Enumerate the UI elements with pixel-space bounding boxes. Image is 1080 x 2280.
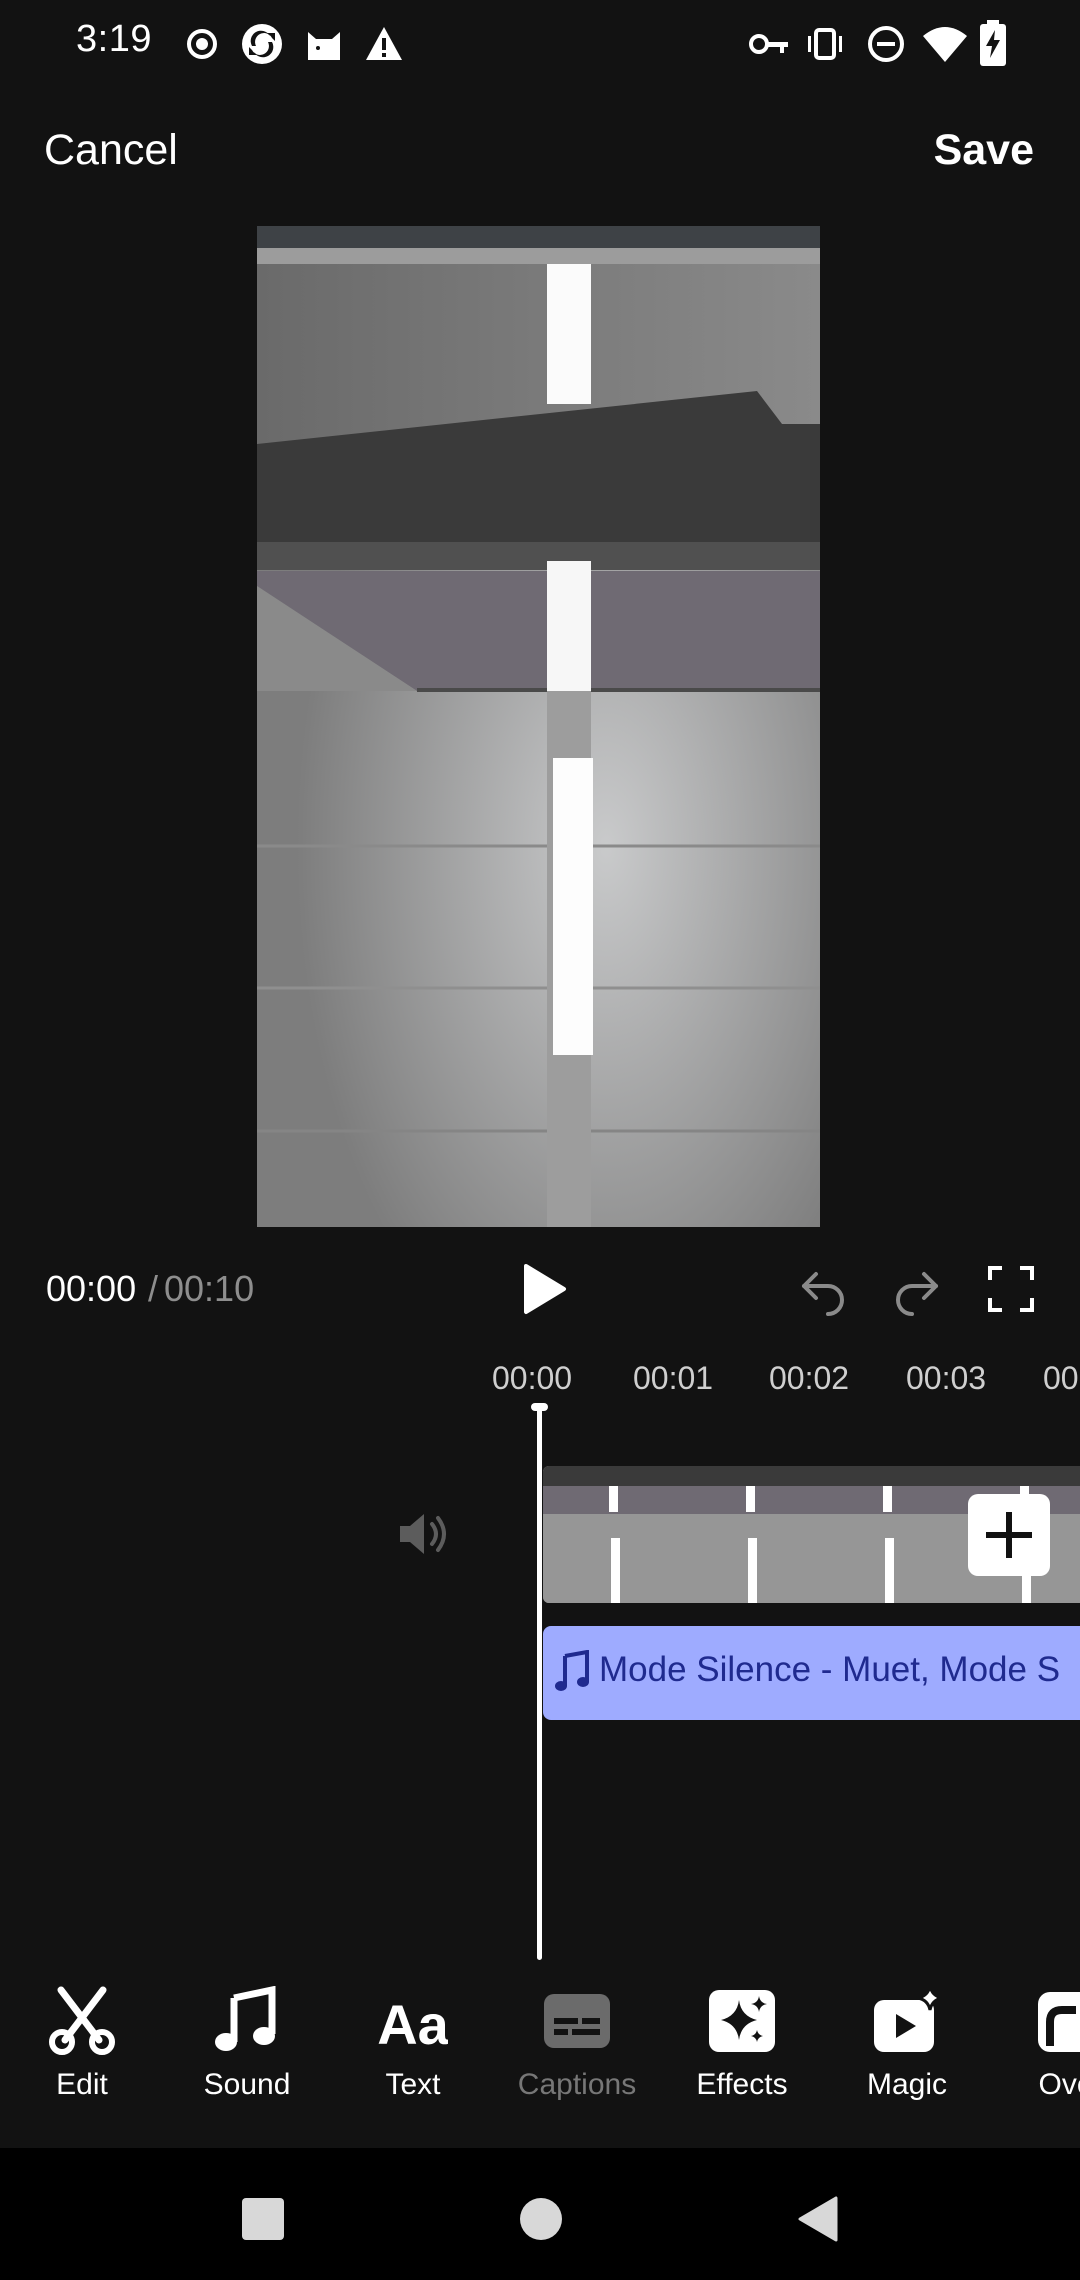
- key-icon: [748, 24, 790, 64]
- magic-play-icon: [872, 1986, 942, 2056]
- wifi-icon: [922, 24, 968, 64]
- captions-icon: [542, 1986, 612, 2056]
- tool-label: Magic: [866, 2068, 948, 2101]
- recents-button[interactable]: [240, 2196, 286, 2242]
- svg-text:Aa: Aa: [378, 1993, 448, 2056]
- tool-effects[interactable]: Effects: [672, 1982, 812, 2112]
- current-time: 00:00: [46, 1268, 137, 1309]
- vibrate-icon: [804, 24, 846, 64]
- clip-thumbnail: [680, 1466, 817, 1603]
- tool-label: Over: [1038, 2068, 1080, 2101]
- tool-captions[interactable]: Captions: [507, 1982, 647, 2112]
- tool-edit[interactable]: Edit: [12, 1982, 152, 2112]
- ruler-tick: 00:01: [633, 1360, 714, 1396]
- video-frame-image: [257, 226, 820, 1227]
- audio-track-label: Mode Silence - Muet, Mode S: [599, 1650, 1061, 1689]
- text-aa-icon: Aa: [378, 1986, 448, 2056]
- tool-label: Effects: [696, 2068, 788, 2101]
- circle-icon: [520, 2198, 562, 2240]
- record-icon: [182, 24, 222, 64]
- music-note-icon: [212, 1986, 282, 2056]
- overlay-icon: [1036, 1986, 1080, 2056]
- tool-sound[interactable]: Sound: [177, 1982, 317, 2112]
- tool-label: Sound: [203, 2068, 291, 2101]
- time-separator: /: [148, 1268, 159, 1309]
- tool-overlay[interactable]: Over: [1001, 1982, 1080, 2112]
- status-bar: 3:19: [0, 0, 1080, 88]
- clip-volume-icon[interactable]: [396, 1506, 452, 1562]
- ruler-tick: 00: [1043, 1360, 1079, 1396]
- tool-label: Edit: [56, 2068, 108, 2101]
- fullscreen-button[interactable]: [984, 1262, 1038, 1316]
- tool-label: Captions: [517, 2068, 637, 2101]
- playhead[interactable]: [537, 1408, 542, 1960]
- plus-icon: [986, 1512, 1032, 1558]
- sync-icon: [240, 22, 284, 66]
- video-preview[interactable]: [257, 226, 820, 1227]
- clip-thumbnail: [543, 1466, 680, 1603]
- ruler-tick: 00:02: [769, 1360, 850, 1396]
- battery-charging-icon: [978, 20, 1008, 66]
- add-clip-button[interactable]: [968, 1494, 1050, 1576]
- ruler-tick: 00:00: [492, 1360, 573, 1396]
- save-button[interactable]: Save: [934, 126, 1034, 175]
- status-time: 3:19: [76, 18, 152, 60]
- total-time: 00:10: [164, 1268, 255, 1309]
- back-button[interactable]: [796, 2196, 842, 2242]
- undo-button[interactable]: [796, 1262, 850, 1316]
- warning-icon: [364, 24, 404, 64]
- audio-track[interactable]: Mode Silence - Muet, Mode S: [543, 1626, 1080, 1720]
- scissors-icon: [47, 1986, 117, 2056]
- music-note-icon: [555, 1650, 589, 1691]
- dnd-icon: [866, 24, 906, 64]
- redo-button[interactable]: [890, 1262, 944, 1316]
- tool-text[interactable]: Aa Text: [343, 1982, 483, 2112]
- clip-thumbnail: [817, 1466, 954, 1603]
- play-button[interactable]: [516, 1262, 570, 1316]
- ruler-tick: 00:03: [906, 1360, 987, 1396]
- cat-icon: [304, 24, 344, 64]
- tool-label: Text: [385, 2068, 441, 2101]
- square-icon: [242, 2198, 284, 2240]
- home-button[interactable]: [518, 2196, 564, 2242]
- back-triangle-icon: [798, 2196, 838, 2242]
- sparkles-icon: [707, 1986, 777, 2056]
- cancel-button[interactable]: Cancel: [44, 126, 178, 175]
- tool-magic[interactable]: Magic: [837, 1982, 977, 2112]
